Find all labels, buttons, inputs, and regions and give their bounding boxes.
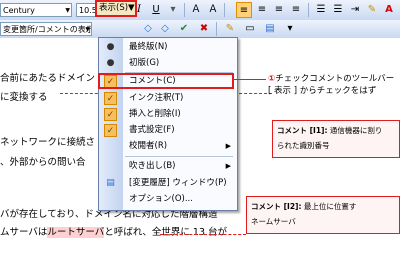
menu-item-label: 書式設定(F) — [129, 125, 175, 135]
comment-1-tag: コメント [I1]: — [277, 126, 328, 135]
check-icon: ✓ — [104, 124, 117, 137]
submenu-arrow-icon: ▶ — [225, 142, 231, 150]
toolbar-options-icon[interactable]: ▾ — [282, 21, 298, 37]
submenu-arrow-icon: ▶ — [225, 162, 231, 170]
comment-1-text1: 通信機器に割り — [329, 126, 383, 135]
show-menu-button[interactable]: 表示(S)▼ — [96, 1, 136, 16]
menu-item-label: 校閲者(R) — [129, 141, 168, 151]
comment-2-tag: コメント [I2]: — [251, 202, 302, 211]
final-icon: ● — [106, 42, 115, 52]
doc-line-3: ネットワークに接続さ — [0, 137, 96, 148]
comment-connector-2 — [160, 234, 246, 235]
menu-item-label: オプション(O)... — [129, 194, 193, 204]
reviewing-pane-icon[interactable]: ▤ — [262, 21, 278, 37]
separator — [216, 22, 217, 36]
distribute-button[interactable]: ≡ — [288, 2, 304, 18]
comment-anchor-2[interactable]: ルートサーバ — [47, 227, 105, 238]
bullets-button[interactable]: ☰ — [330, 2, 346, 18]
track-changes-icon[interactable]: ▭ — [242, 21, 258, 37]
reviewing-pane-icon: ▤ — [106, 178, 115, 188]
separator — [308, 3, 309, 17]
menu-item-label: インク注釈(T) — [129, 93, 184, 103]
next-change-icon[interactable]: ◇ — [157, 21, 173, 37]
reject-change-icon[interactable]: ✖ — [196, 21, 212, 37]
show-menu-dropdown: ● 最終版(N) ● 初版(G) ✓ コメント(C) ✓ インク注釈(T) ✓ … — [98, 37, 238, 211]
indent-button[interactable]: ⇥ — [347, 2, 363, 18]
separator — [224, 3, 225, 17]
menu-item-label: 挿入と削除(I) — [129, 109, 181, 119]
font-size-value: 10.5 — [79, 6, 97, 15]
chevron-down-icon[interactable]: ▼ — [65, 4, 70, 16]
callout-line-1: チェックコメントのツールバー — [275, 74, 395, 84]
check-icon: ✓ — [104, 92, 117, 105]
comments-item-highlight — [98, 73, 234, 89]
comment-2-text1: 最上位に位置す — [303, 202, 357, 211]
previous-change-icon[interactable]: ◇ — [140, 21, 156, 37]
menu-item-original[interactable]: ● 初版(G) — [99, 56, 237, 71]
font-name-value: Century — [3, 6, 35, 15]
numbering-button[interactable]: ☰ — [313, 2, 329, 18]
underline-button[interactable]: U — [148, 2, 164, 18]
menu-item-balloons[interactable]: 吹き出し(B) ▶ — [99, 159, 237, 174]
char-border-button[interactable]: ▾ — [165, 2, 181, 18]
separator — [184, 3, 185, 17]
show-menu-label: 表示(S)▼ — [99, 3, 135, 13]
display-for-review-combo[interactable]: 変更箇所/コメントの表示 ▼ — [0, 22, 92, 36]
menu-item-ink[interactable]: ✓ インク注釈(T) — [99, 91, 237, 106]
instruction-callout: ①チェックコメントのツールバー [ 表示 ] からチェックをはず — [268, 73, 394, 97]
align-justify-button[interactable]: ≡ — [236, 2, 252, 18]
comment-balloon-1[interactable]: コメント [I1]: 通信機器に割り られた識別番号 — [272, 120, 400, 158]
menu-item-label: 最終版(N) — [129, 42, 168, 52]
highlight-icon[interactable]: ✎ — [364, 2, 380, 18]
comment-2-text2: ネームサーバ — [251, 217, 296, 226]
menu-item-label: [変更履歴] ウィンドウ(P) — [129, 178, 227, 188]
menu-item-options[interactable]: オプション(O)... — [99, 192, 237, 207]
callout-connector — [234, 79, 266, 80]
new-comment-icon[interactable]: ✎ — [222, 21, 238, 37]
check-icon: ✓ — [104, 108, 117, 121]
menu-separator — [125, 156, 233, 157]
menu-item-reviewing-pane[interactable]: ▤ [変更履歴] ウィンドウ(P) — [99, 176, 237, 191]
callout-line-2: [ 表示 ] からチェックをはず — [268, 86, 377, 96]
menu-item-label: 初版(G) — [129, 58, 160, 68]
char-shade-icon[interactable]: Ａ — [205, 2, 221, 18]
font-color-button[interactable]: A — [381, 2, 397, 18]
doc-line-1: 合前にあたるドメイン — [0, 73, 96, 84]
doc-line-2: に変換する — [0, 92, 48, 103]
menu-item-label: 吹き出し(B) — [129, 161, 176, 171]
doc-line-6-prefix: ムサーバは — [0, 227, 48, 238]
font-name-combo[interactable]: Century ▼ — [0, 3, 72, 17]
display-for-review-value: 変更箇所/コメントの表示 — [3, 25, 92, 34]
chevron-down-icon[interactable]: ▼ — [85, 23, 90, 35]
original-icon: ● — [106, 58, 115, 68]
align-right-button[interactable]: ≡ — [271, 2, 287, 18]
doc-line-6: ムサーバはルートサーバと呼ばれ、全世界に 13 台が — [0, 224, 227, 238]
doc-line-6-suffix: と呼ばれ、全世界に 13 台が — [104, 227, 228, 238]
menu-item-formatting[interactable]: ✓ 書式設定(F) — [99, 123, 237, 138]
align-center-button[interactable]: ≡ — [254, 2, 270, 18]
formatting-toolbar: Century ▼ 10.5 ▼ B I U ▾ Ａ Ａ ≡ ≡ ≡ ≡ ☰ ☰… — [0, 0, 400, 21]
comment-1-text2: られた識別番号 — [277, 141, 330, 150]
menu-item-insertions-deletions[interactable]: ✓ 挿入と削除(I) — [99, 107, 237, 122]
menu-item-reviewers[interactable]: 校閲者(R) ▶ — [99, 139, 237, 154]
char-style-icon[interactable]: Ａ — [188, 2, 204, 18]
accept-change-icon[interactable]: ✔ — [176, 21, 192, 37]
menu-item-final[interactable]: ● 最終版(N) — [99, 40, 237, 55]
comment-balloon-2[interactable]: コメント [I2]: 最上位に位置す ネームサーバ — [246, 196, 400, 234]
doc-line-4: 、外部からの問い合 — [0, 157, 86, 168]
